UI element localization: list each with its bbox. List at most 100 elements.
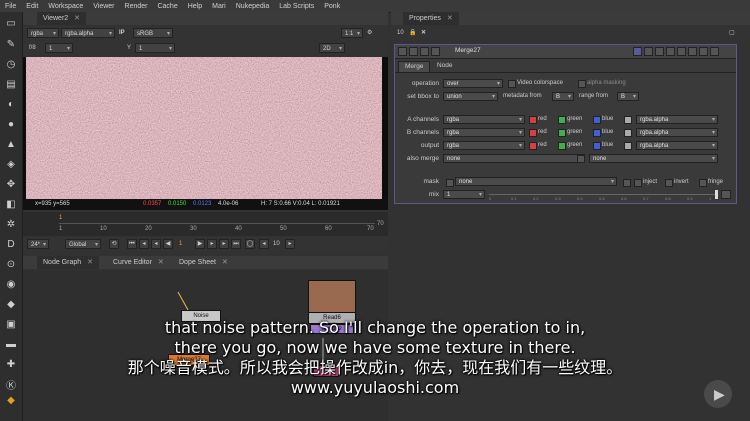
node-color-icon[interactable] — [644, 47, 653, 56]
next-key-icon[interactable]: ▸ — [219, 239, 229, 249]
redo-icon[interactable] — [666, 47, 675, 56]
menu-edit[interactable]: Edit — [21, 3, 43, 10]
video-play-button[interactable]: ▶ — [704, 380, 732, 408]
output-dropdown[interactable]: rgba — [443, 141, 525, 150]
transform-icon[interactable]: ✥ — [5, 178, 17, 190]
b-red-checkbox[interactable] — [529, 129, 537, 137]
viewer-canvas[interactable] — [23, 57, 388, 199]
out-blue-checkbox[interactable] — [593, 142, 601, 150]
play-forward-icon[interactable]: ▶ — [195, 239, 205, 249]
menu-workspace[interactable]: Workspace — [43, 3, 88, 10]
float-icon[interactable]: ▢ — [729, 26, 735, 40]
menu-render[interactable]: Render — [120, 3, 153, 10]
fringe-checkbox[interactable] — [699, 179, 707, 187]
b-green-checkbox[interactable] — [558, 129, 566, 137]
image-icon[interactable]: ▭ — [5, 17, 17, 29]
also-merge-dropdown-2[interactable]: none — [589, 154, 718, 163]
close-icon[interactable]: ✕ — [158, 259, 164, 266]
center-node-icon[interactable] — [409, 47, 418, 56]
a-alpha-dropdown[interactable]: rgba.alpha — [636, 115, 718, 124]
time-icon[interactable]: ◷ — [5, 58, 17, 70]
merge-icon[interactable]: ◈ — [5, 158, 17, 170]
close-icon[interactable]: ✕ — [87, 259, 93, 266]
gamma-field[interactable]: 1 — [135, 43, 175, 54]
b-channels-dropdown[interactable]: rgba — [443, 128, 525, 137]
animation-curve-icon[interactable] — [721, 190, 731, 199]
tab-node-graph[interactable]: Node Graph ✕ — [37, 256, 100, 269]
ip-toggle[interactable]: IP — [119, 26, 125, 40]
step-field[interactable]: 10 — [273, 237, 280, 251]
metadata-icon[interactable]: ◉ — [5, 278, 17, 290]
float-panel-icon[interactable] — [699, 47, 708, 56]
fps-dropdown[interactable]: 24* — [27, 239, 49, 250]
gain-field[interactable]: 1 — [45, 43, 73, 54]
out-green-checkbox[interactable] — [558, 142, 566, 150]
current-frame-marker[interactable]: 1 — [59, 215, 62, 221]
loop-icon[interactable]: ⟲ — [109, 239, 119, 249]
channel-icon[interactable]: ▤ — [5, 78, 17, 90]
also-merge-dropdown[interactable]: none — [443, 154, 585, 163]
collapse-icon[interactable] — [398, 47, 407, 56]
help-icon[interactable] — [688, 47, 697, 56]
menu-cache[interactable]: Cache — [152, 3, 182, 10]
subtab-merge[interactable]: Merge — [398, 61, 431, 72]
next-frame-icon[interactable]: ▸ — [207, 239, 217, 249]
a-red-checkbox[interactable] — [529, 116, 537, 124]
timeline[interactable]: 1 1 10 20 30 40 50 60 70 70 — [23, 212, 388, 236]
a-channels-dropdown[interactable]: rgba — [443, 115, 525, 124]
draw-icon[interactable]: ✎ — [5, 38, 17, 50]
operation-dropdown[interactable]: over — [443, 79, 503, 88]
mask-enable-checkbox[interactable] — [623, 179, 631, 187]
a-blue-checkbox[interactable] — [593, 116, 601, 124]
out-alpha-checkbox[interactable] — [624, 142, 632, 150]
keyer-icon[interactable]: ▲ — [5, 138, 17, 150]
bbox-dropdown[interactable]: union — [443, 92, 498, 101]
particles-icon[interactable]: ✲ — [5, 218, 17, 230]
toolsets-icon[interactable]: ◆ — [5, 298, 17, 310]
read-node-thumbnail[interactable] — [308, 280, 356, 314]
color-icon[interactable]: ◐ — [5, 98, 17, 110]
step-forward-icon[interactable]: ▸ — [285, 239, 295, 249]
frame-field[interactable]: 1 — [179, 237, 182, 251]
a-alpha-checkbox[interactable] — [624, 116, 632, 124]
tab-viewer2[interactable]: Viewer2 ✕ — [37, 12, 87, 25]
mix-field[interactable]: 1 — [443, 190, 485, 199]
colorspace-dropdown[interactable]: sRGB — [133, 28, 173, 39]
input-icon[interactable] — [420, 47, 429, 56]
clear-panels-icon[interactable]: ✕ — [421, 26, 426, 40]
view-mode-dropdown[interactable]: 2D — [319, 43, 345, 54]
prev-key-icon[interactable]: ◂ — [139, 239, 149, 249]
scope-dropdown[interactable]: Global — [65, 239, 101, 250]
a-green-checkbox[interactable] — [558, 116, 566, 124]
close-icon[interactable]: ✕ — [74, 15, 80, 22]
mix-slider-track[interactable] — [489, 194, 717, 195]
b-alpha-dropdown[interactable]: rgba.alpha — [636, 128, 718, 137]
alpha-masking-checkbox[interactable] — [578, 80, 586, 88]
video-colorspace-checkbox[interactable] — [508, 80, 516, 88]
menu-nukepedia[interactable]: Nukepedia — [231, 3, 274, 10]
menu-file[interactable]: File — [0, 3, 21, 10]
max-panels-field[interactable]: 10 — [397, 26, 404, 40]
metadata-dropdown[interactable]: B — [552, 92, 574, 101]
b-blue-checkbox[interactable] — [593, 129, 601, 137]
undo-icon[interactable] — [655, 47, 664, 56]
menu-ponk[interactable]: Ponk — [319, 3, 345, 10]
menu-mari[interactable]: Mari — [207, 3, 231, 10]
stop-icon[interactable]: ◯ — [245, 239, 255, 249]
menu-lab-scripts[interactable]: Lab Scripts — [274, 3, 319, 10]
mask-checkbox[interactable] — [446, 179, 454, 187]
tab-properties[interactable]: Properties ✕ — [403, 12, 459, 25]
menu-viewer[interactable]: Viewer — [88, 3, 119, 10]
mask-dropdown[interactable]: none — [455, 177, 617, 186]
b-alpha-checkbox[interactable] — [624, 129, 632, 137]
skip-start-icon[interactable]: ⏮ — [127, 239, 137, 249]
3d-icon[interactable]: ◧ — [5, 198, 17, 210]
subtab-node[interactable]: Node — [431, 61, 459, 71]
settings-icon[interactable]: ⚙ — [367, 26, 372, 40]
channels-dropdown[interactable]: rgba — [27, 28, 59, 39]
filter-icon[interactable]: ● — [5, 118, 17, 130]
zoom-dropdown[interactable]: 1:1 — [341, 28, 363, 39]
nuke-icon[interactable] — [431, 47, 440, 56]
out-red-checkbox[interactable] — [529, 142, 537, 150]
color-picker-icon[interactable] — [633, 47, 642, 56]
